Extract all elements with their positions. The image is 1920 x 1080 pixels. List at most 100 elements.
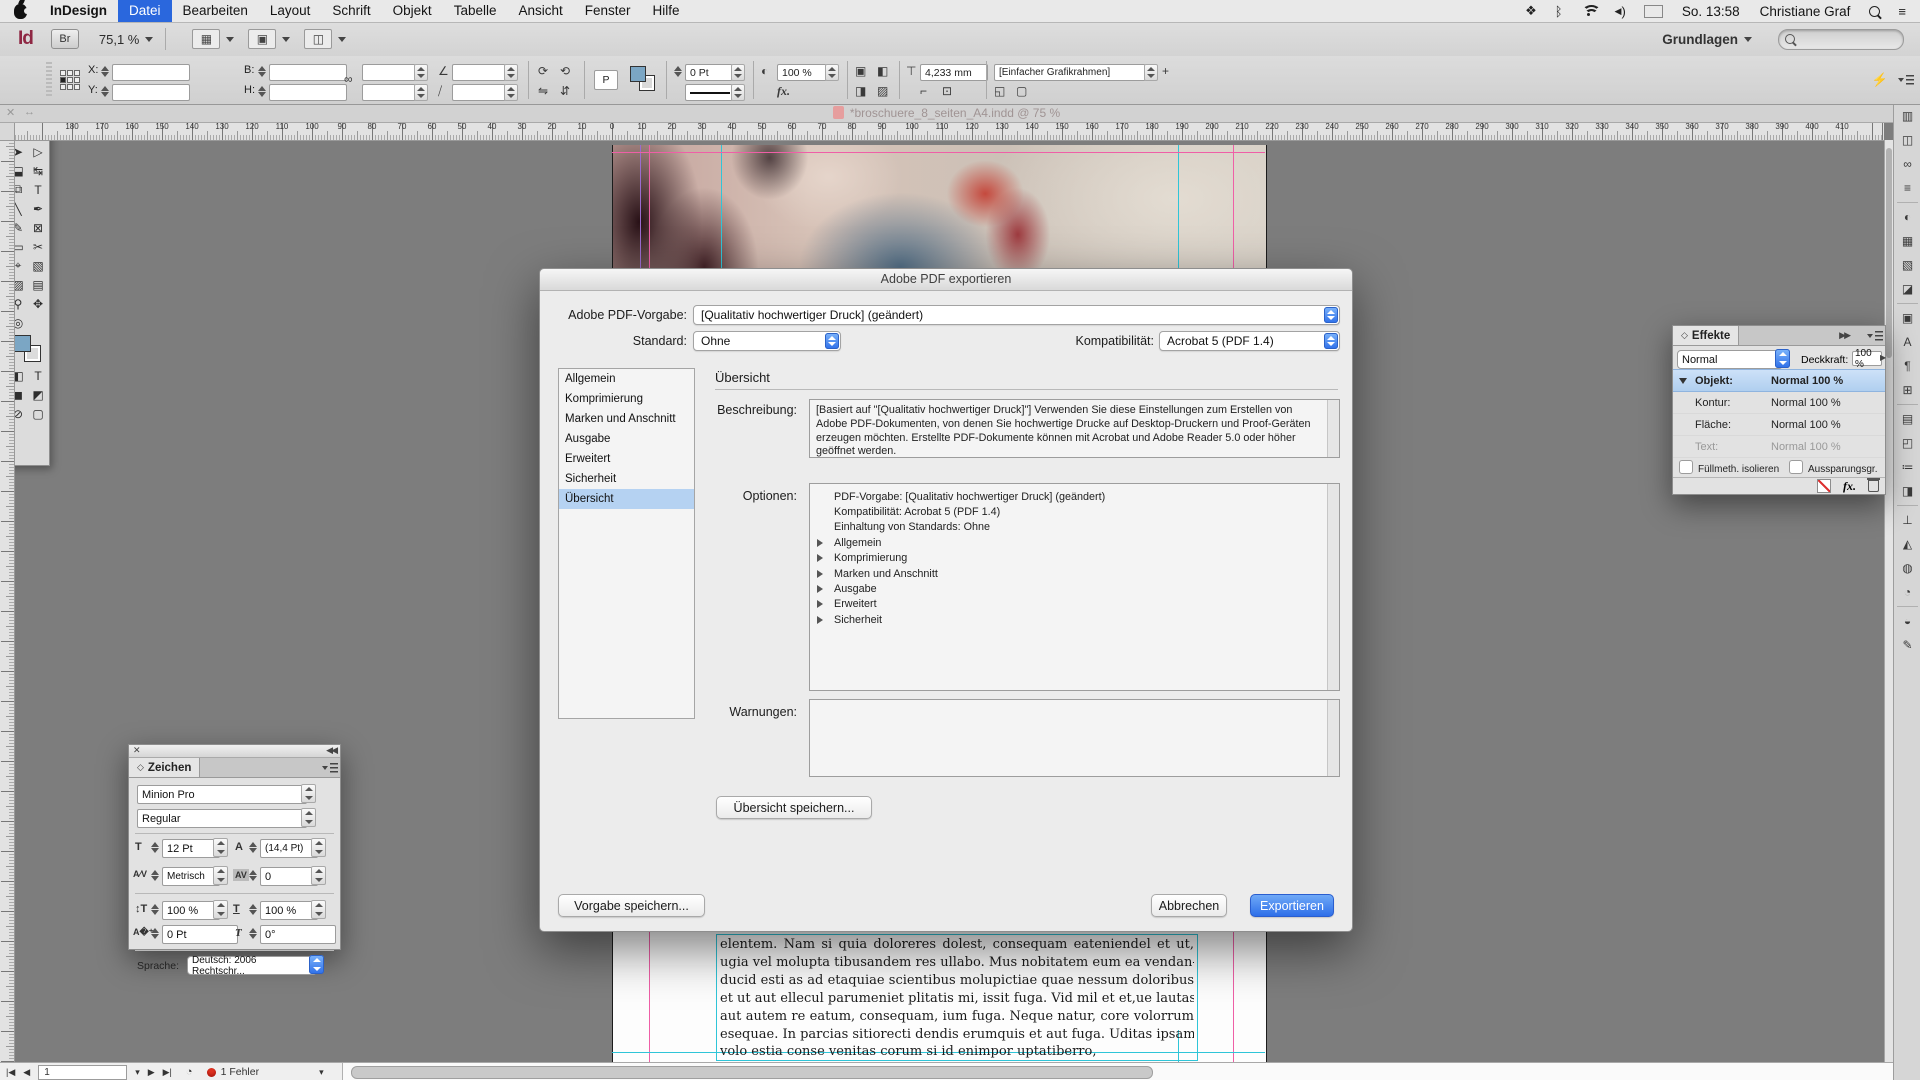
paragraph-panel-icon[interactable]: ¶ bbox=[1894, 354, 1920, 378]
bridge-button[interactable]: Br bbox=[50, 29, 79, 49]
object-styles-panel-icon[interactable]: ▣ bbox=[1894, 306, 1920, 330]
hand-tool-icon[interactable]: ✥ bbox=[28, 294, 48, 313]
skew-spinner[interactable] bbox=[249, 926, 258, 941]
margin-guide[interactable] bbox=[1233, 930, 1234, 1062]
object-style-dropdown[interactable]: [Einfacher Grafikrahmen] bbox=[994, 64, 1152, 81]
fill-swatch[interactable] bbox=[630, 66, 646, 82]
rotation-field[interactable] bbox=[452, 64, 512, 81]
panel-menu-icon[interactable] bbox=[1898, 75, 1914, 85]
horizontal-ruler[interactable]: 180 170 160 150 140 130 120 110 100 90 80 70 60 50 40 3… bbox=[14, 122, 1884, 141]
previous-page-button[interactable]: ◀ bbox=[23, 1067, 30, 1078]
baseline-shift-field[interactable]: 0 Pt bbox=[162, 925, 238, 944]
direct-selection-tool-icon[interactable]: ▷ bbox=[28, 142, 48, 161]
cancel-button[interactable]: Abbrechen bbox=[1151, 894, 1227, 917]
preflight-panel-icon[interactable]: ◔ bbox=[1894, 580, 1920, 604]
horizontal-scale-spinner[interactable] bbox=[249, 902, 258, 917]
dialog-tab-allgemein[interactable]: Allgemein bbox=[559, 369, 694, 389]
preflight-error-label[interactable]: 1 Fehler bbox=[221, 1066, 260, 1078]
panel-gripper[interactable] bbox=[46, 62, 52, 98]
tracking-spinner[interactable] bbox=[249, 868, 258, 883]
skew-field[interactable]: 0° bbox=[260, 925, 336, 944]
screen-mode-button[interactable]: ▣ bbox=[248, 29, 277, 49]
rectangle-frame-tool-icon[interactable]: ⊠ bbox=[28, 218, 48, 237]
rotate-ccw-button[interactable]: ⟲ bbox=[560, 64, 570, 78]
blend-mode-select[interactable]: Normal bbox=[1677, 350, 1783, 369]
pages-panel-icon[interactable]: ▥ bbox=[1894, 104, 1920, 128]
save-summary-button[interactable]: Übersicht speichern... bbox=[716, 796, 872, 819]
horizontal-scroll-thumb[interactable] bbox=[350, 1066, 1153, 1079]
effects-panel-icon[interactable]: ◪ bbox=[1894, 277, 1920, 301]
isolate-blending-checkbox[interactable]: Füllmeth. isolieren bbox=[1679, 460, 1779, 475]
option-tree-row[interactable]: Allgemein bbox=[810, 535, 1325, 550]
effects-row-objekt[interactable]: Objekt: Normal 100 % bbox=[1673, 369, 1885, 392]
expand-icon[interactable]: ▶▶ bbox=[1839, 330, 1851, 341]
document-tab[interactable]: *broschuere_8_seiten_A4.indd @ 75 % bbox=[0, 104, 1893, 122]
keyboard-layout-flag-icon[interactable] bbox=[1643, 4, 1663, 18]
pathfinder-panel-icon[interactable]: ◭ bbox=[1894, 532, 1920, 556]
view-options-button[interactable]: ▦ bbox=[192, 29, 221, 49]
language-select[interactable]: Deutsch: 2006 Rechtschr... bbox=[187, 955, 317, 977]
stroke-weight-stepper[interactable] bbox=[674, 64, 683, 79]
save-preset-button[interactable]: Vorgabe speichern... bbox=[558, 894, 705, 917]
search-box[interactable] bbox=[1778, 28, 1904, 50]
margin-guide[interactable] bbox=[649, 145, 650, 273]
links-panel-icon[interactable]: ∞ bbox=[1894, 152, 1920, 176]
menu-item-ansicht[interactable]: Ansicht bbox=[507, 0, 573, 22]
language-stepper[interactable] bbox=[309, 955, 324, 974]
notification-center-icon[interactable]: ≡ bbox=[1898, 4, 1906, 19]
option-tree-row[interactable]: Ausgabe bbox=[810, 581, 1325, 596]
vertical-scale-stepper[interactable] bbox=[213, 900, 228, 919]
kerning-field[interactable]: Metrisch bbox=[162, 867, 220, 886]
character-styles-panel-icon[interactable]: ▤ bbox=[1894, 407, 1920, 431]
baseline-shift-spinner[interactable] bbox=[151, 926, 160, 941]
corner-options-icon[interactable]: ⌐ bbox=[920, 84, 927, 98]
separations-panel-icon[interactable]: ◒ bbox=[1894, 609, 1920, 633]
trash-icon[interactable] bbox=[1867, 478, 1880, 492]
font-style-field[interactable]: Regular bbox=[137, 809, 307, 828]
screen-mode-icon[interactable]: ▢ bbox=[28, 404, 48, 423]
formatting-text-icon[interactable]: T bbox=[28, 366, 48, 385]
disclosure-triangle-icon[interactable] bbox=[817, 538, 823, 547]
type-tool-icon[interactable]: T bbox=[28, 180, 48, 199]
constrain-proportions-icon[interactable]: ∞ bbox=[344, 72, 353, 86]
wrap-jump-button[interactable]: ▨ bbox=[877, 84, 888, 98]
fx-button[interactable]: fx. bbox=[777, 84, 790, 99]
menu-item-indesign[interactable]: InDesign bbox=[39, 0, 118, 22]
apply-gradient-icon[interactable]: ◩ bbox=[28, 385, 48, 404]
fx-icon[interactable]: fx. bbox=[1843, 479, 1856, 494]
column-guide[interactable] bbox=[640, 145, 641, 273]
stroke-weight-dropdown[interactable] bbox=[731, 64, 745, 81]
zoom-level[interactable]: 75,1 % bbox=[99, 32, 139, 47]
disclosure-triangle-icon[interactable] bbox=[817, 615, 823, 624]
pen-tool-icon[interactable]: ✒ bbox=[28, 199, 48, 218]
scale-y-field[interactable] bbox=[362, 84, 422, 101]
font-size-spinner[interactable] bbox=[151, 840, 160, 855]
scrollbar-track[interactable] bbox=[1327, 484, 1339, 690]
swatches-panel-icon[interactable]: ▦ bbox=[1894, 229, 1920, 253]
height-field[interactable] bbox=[269, 84, 347, 101]
menubar-user[interactable]: Christiane Graf bbox=[1760, 4, 1851, 19]
menu-item-schrift[interactable]: Schrift bbox=[321, 0, 381, 22]
wifi-icon[interactable] bbox=[1580, 5, 1602, 17]
menubar-clock[interactable]: So. 13:58 bbox=[1682, 4, 1740, 19]
disclosure-triangle-icon[interactable] bbox=[817, 569, 823, 578]
tracking-stepper[interactable] bbox=[311, 866, 326, 885]
gradient-tool-icon[interactable]: ▧ bbox=[28, 256, 48, 275]
x-stepper[interactable] bbox=[101, 64, 110, 79]
glyphs-panel-icon[interactable]: ⊞ bbox=[1894, 378, 1920, 402]
rotation-dropdown[interactable] bbox=[504, 64, 518, 81]
menu-item-hilfe[interactable]: Hilfe bbox=[642, 0, 691, 22]
search-input[interactable] bbox=[1795, 32, 1889, 46]
option-tree-row[interactable]: Sicherheit bbox=[810, 612, 1325, 627]
font-family-field[interactable]: Minion Pro bbox=[137, 785, 307, 804]
reference-point-proxy[interactable] bbox=[60, 70, 80, 90]
wrap-offset-field[interactable]: 4,233 mm bbox=[920, 64, 988, 81]
preflight-icon[interactable]: ◔ bbox=[186, 1066, 193, 1078]
align-panel-icon[interactable]: ⊥ bbox=[1894, 508, 1920, 532]
font-size-stepper[interactable] bbox=[213, 838, 228, 857]
font-style-stepper[interactable] bbox=[301, 808, 316, 827]
opacity-dropdown[interactable] bbox=[825, 64, 839, 81]
apple-menu-icon[interactable] bbox=[14, 3, 30, 19]
kerning-spinner[interactable] bbox=[151, 868, 160, 883]
disclosure-triangle-icon[interactable] bbox=[817, 600, 823, 609]
